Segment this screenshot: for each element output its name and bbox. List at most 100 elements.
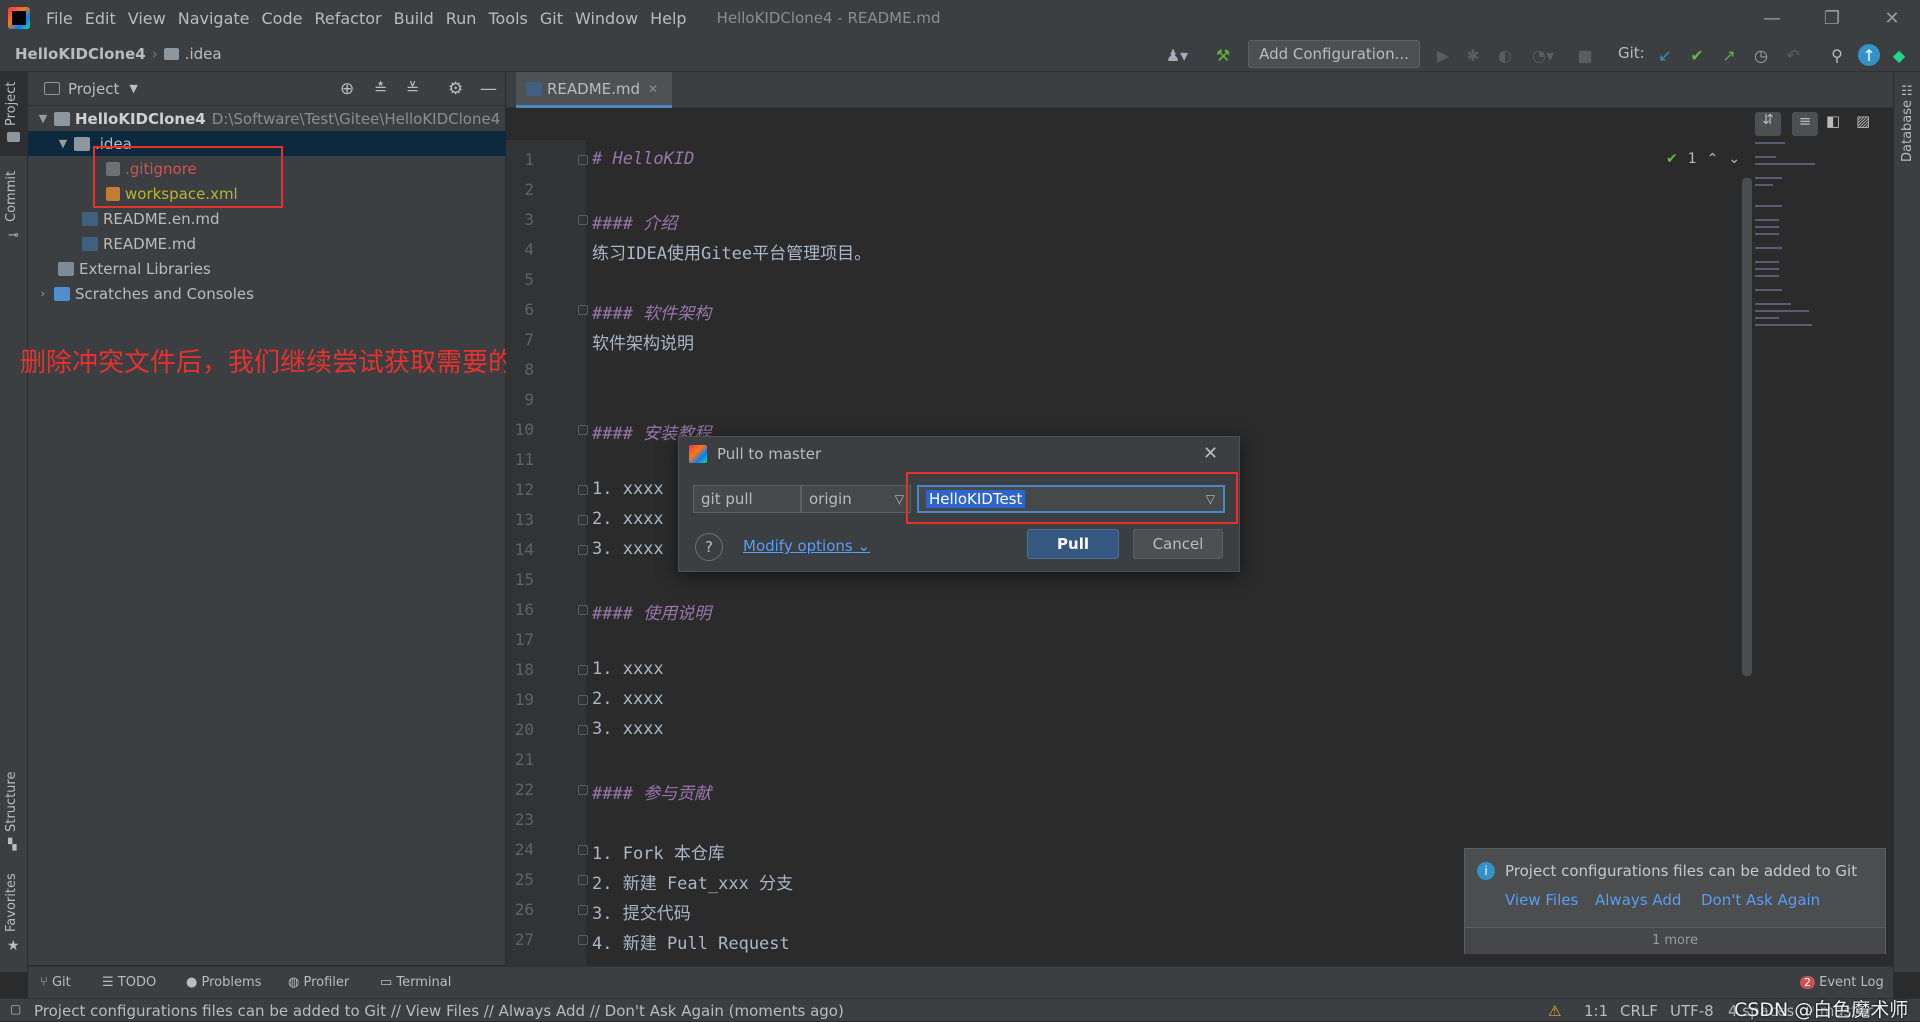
code-line[interactable]: 练习IDEA使用Gitee平台管理项目。 bbox=[592, 239, 871, 264]
favorites-tool-label[interactable]: Favorites bbox=[4, 873, 19, 932]
code-line[interactable]: #### 介绍 bbox=[592, 209, 677, 234]
close-tab-icon[interactable]: ✕ bbox=[648, 82, 658, 96]
database-icon[interactable]: ☷ bbox=[1901, 84, 1913, 99]
inspection-widget[interactable]: ✔ 1 ⌃ ⌄ bbox=[1666, 151, 1740, 167]
remote-select[interactable]: origin ▽ bbox=[801, 485, 911, 513]
code-line[interactable]: #### 使用说明 bbox=[592, 599, 711, 624]
fold-marker-icon[interactable] bbox=[578, 215, 588, 225]
cancel-button[interactable]: Cancel bbox=[1133, 529, 1223, 559]
caret-position[interactable]: 1:1 bbox=[1584, 1002, 1608, 1020]
profiler-tool-button[interactable]: ◍ Profiler bbox=[288, 975, 349, 990]
fold-marker-icon[interactable] bbox=[578, 905, 588, 915]
git-commit-icon[interactable]: ✔ bbox=[1686, 44, 1708, 66]
status-message[interactable]: Project configurations files can be adde… bbox=[34, 1002, 844, 1020]
project-tool-tab[interactable]: Project bbox=[0, 72, 28, 156]
code-line[interactable]: #### 参与贡献 bbox=[592, 779, 711, 804]
debug-icon[interactable]: ✱ bbox=[1462, 44, 1484, 66]
menu-window[interactable]: Window bbox=[569, 9, 644, 28]
more-notifications[interactable]: 1 more bbox=[1465, 927, 1885, 954]
menu-tools[interactable]: Tools bbox=[482, 9, 533, 28]
code-minimap[interactable] bbox=[1752, 142, 1882, 342]
tree-item-readme-en[interactable]: README.en.md bbox=[28, 206, 506, 231]
fold-marker-icon[interactable] bbox=[578, 695, 588, 705]
split-view-icon[interactable]: ◧ bbox=[1826, 112, 1840, 130]
git-tool-button[interactable]: ⑂ Git bbox=[40, 975, 71, 990]
expanded-arrow-icon[interactable]: ▼ bbox=[56, 137, 70, 150]
jetbrains-toolbox-icon[interactable]: ◆ bbox=[1888, 44, 1910, 66]
menu-view[interactable]: View bbox=[122, 9, 172, 28]
fold-marker-icon[interactable] bbox=[578, 605, 588, 615]
menu-navigate[interactable]: Navigate bbox=[172, 9, 256, 28]
project-panel-title[interactable]: Project bbox=[68, 80, 119, 98]
menu-edit[interactable]: Edit bbox=[79, 9, 122, 28]
code-line[interactable]: 2. 新建 Feat_xxx 分支 bbox=[592, 869, 793, 894]
code-line[interactable]: 1. xxxx bbox=[592, 479, 664, 499]
user-icon[interactable]: ♟▾ bbox=[1160, 44, 1194, 66]
modify-options-link[interactable]: Modify options ⌄ bbox=[743, 537, 870, 555]
tree-item-scratches[interactable]: › Scratches and Consoles bbox=[28, 281, 506, 306]
restore-icon[interactable]: ❐ bbox=[1804, 0, 1860, 36]
minimize-icon[interactable]: — bbox=[1744, 0, 1800, 36]
menu-help[interactable]: Help bbox=[644, 9, 692, 28]
warning-icon[interactable]: ⚠ bbox=[1548, 1002, 1561, 1020]
fold-marker-icon[interactable] bbox=[578, 545, 588, 555]
hide-panel-icon[interactable]: — bbox=[480, 79, 497, 99]
build-hammer-icon[interactable]: ⚒ bbox=[1212, 44, 1234, 66]
breadcrumb-project[interactable]: HelloKIDClone4 bbox=[15, 45, 146, 63]
fold-marker-icon[interactable] bbox=[578, 515, 588, 525]
fold-marker-icon[interactable] bbox=[578, 665, 588, 675]
view-files-link[interactable]: View Files bbox=[1505, 891, 1578, 909]
fold-marker-icon[interactable] bbox=[578, 155, 588, 165]
editor-only-icon[interactable]: ≡ bbox=[1792, 112, 1818, 136]
expanded-arrow-icon[interactable]: ▼ bbox=[36, 112, 50, 125]
commit-tool-label[interactable]: Commit bbox=[4, 171, 19, 222]
fold-marker-icon[interactable] bbox=[578, 725, 588, 735]
code-line[interactable]: 4. 新建 Pull Request bbox=[592, 929, 790, 954]
close-dialog-icon[interactable]: ✕ bbox=[1203, 443, 1218, 464]
code-line[interactable]: 软件架构说明 bbox=[592, 329, 694, 354]
locate-file-icon[interactable]: ⊕ bbox=[340, 79, 354, 99]
project-view-dropdown-icon[interactable]: ▼ bbox=[129, 82, 137, 95]
code-line[interactable]: 3. xxxx bbox=[592, 539, 664, 559]
code-line[interactable]: 3. xxxx bbox=[592, 719, 664, 739]
scroll-sync-icon[interactable]: ⇵ bbox=[1755, 112, 1781, 136]
fold-marker-icon[interactable] bbox=[578, 875, 588, 885]
fold-marker-icon[interactable] bbox=[578, 845, 588, 855]
always-add-link[interactable]: Always Add bbox=[1595, 891, 1681, 909]
file-encoding[interactable]: UTF-8 bbox=[1670, 1002, 1714, 1020]
expand-all-icon[interactable]: ≛ bbox=[374, 79, 387, 98]
tree-item-readme[interactable]: README.md bbox=[28, 231, 506, 256]
git-update-icon[interactable]: ↙ bbox=[1654, 44, 1676, 66]
commit-icon[interactable]: ⊸ bbox=[8, 228, 19, 243]
fold-marker-icon[interactable] bbox=[578, 935, 588, 945]
tree-root[interactable]: ▼ HelloKIDClone4 D:\Software\Test\Gitee\… bbox=[28, 106, 506, 131]
fold-marker-icon[interactable] bbox=[578, 425, 588, 435]
preview-only-icon[interactable]: ▨ bbox=[1856, 112, 1870, 130]
terminal-tool-button[interactable]: ▭ Terminal bbox=[380, 975, 451, 990]
dont-ask-again-link[interactable]: Don't Ask Again bbox=[1701, 891, 1820, 909]
previous-highlight-icon[interactable]: ⌃ bbox=[1707, 151, 1719, 167]
database-tool-label[interactable]: Database bbox=[1900, 100, 1915, 162]
line-separator[interactable]: CRLF bbox=[1620, 1002, 1658, 1020]
add-configuration-button[interactable]: Add Configuration... bbox=[1248, 40, 1420, 68]
menu-code[interactable]: Code bbox=[256, 9, 309, 28]
stop-icon[interactable]: ■ bbox=[1574, 44, 1596, 66]
help-icon[interactable]: ? bbox=[695, 533, 723, 561]
editor-scrollbar[interactable] bbox=[1742, 178, 1752, 676]
git-rollback-icon[interactable]: ↶ bbox=[1782, 44, 1804, 66]
structure-icon[interactable]: ▚ bbox=[8, 838, 16, 851]
code-line[interactable]: # HelloKID bbox=[592, 149, 694, 169]
menu-build[interactable]: Build bbox=[388, 9, 440, 28]
collapse-all-icon[interactable]: ≚ bbox=[406, 79, 419, 98]
pull-button[interactable]: Pull bbox=[1027, 529, 1119, 559]
problems-tool-button[interactable]: ● Problems bbox=[186, 975, 261, 990]
fold-marker-icon[interactable] bbox=[578, 305, 588, 315]
collapsed-arrow-icon[interactable]: › bbox=[36, 287, 50, 300]
menu-file[interactable]: File bbox=[40, 9, 79, 28]
breadcrumb-folder[interactable]: .idea bbox=[185, 45, 222, 63]
code-line[interactable]: #### 软件架构 bbox=[592, 299, 711, 324]
coverage-icon[interactable]: ◐ bbox=[1494, 44, 1516, 66]
code-line[interactable]: 2. xxxx bbox=[592, 509, 664, 529]
updates-icon[interactable]: ↑ bbox=[1858, 44, 1880, 66]
menu-refactor[interactable]: Refactor bbox=[308, 9, 387, 28]
